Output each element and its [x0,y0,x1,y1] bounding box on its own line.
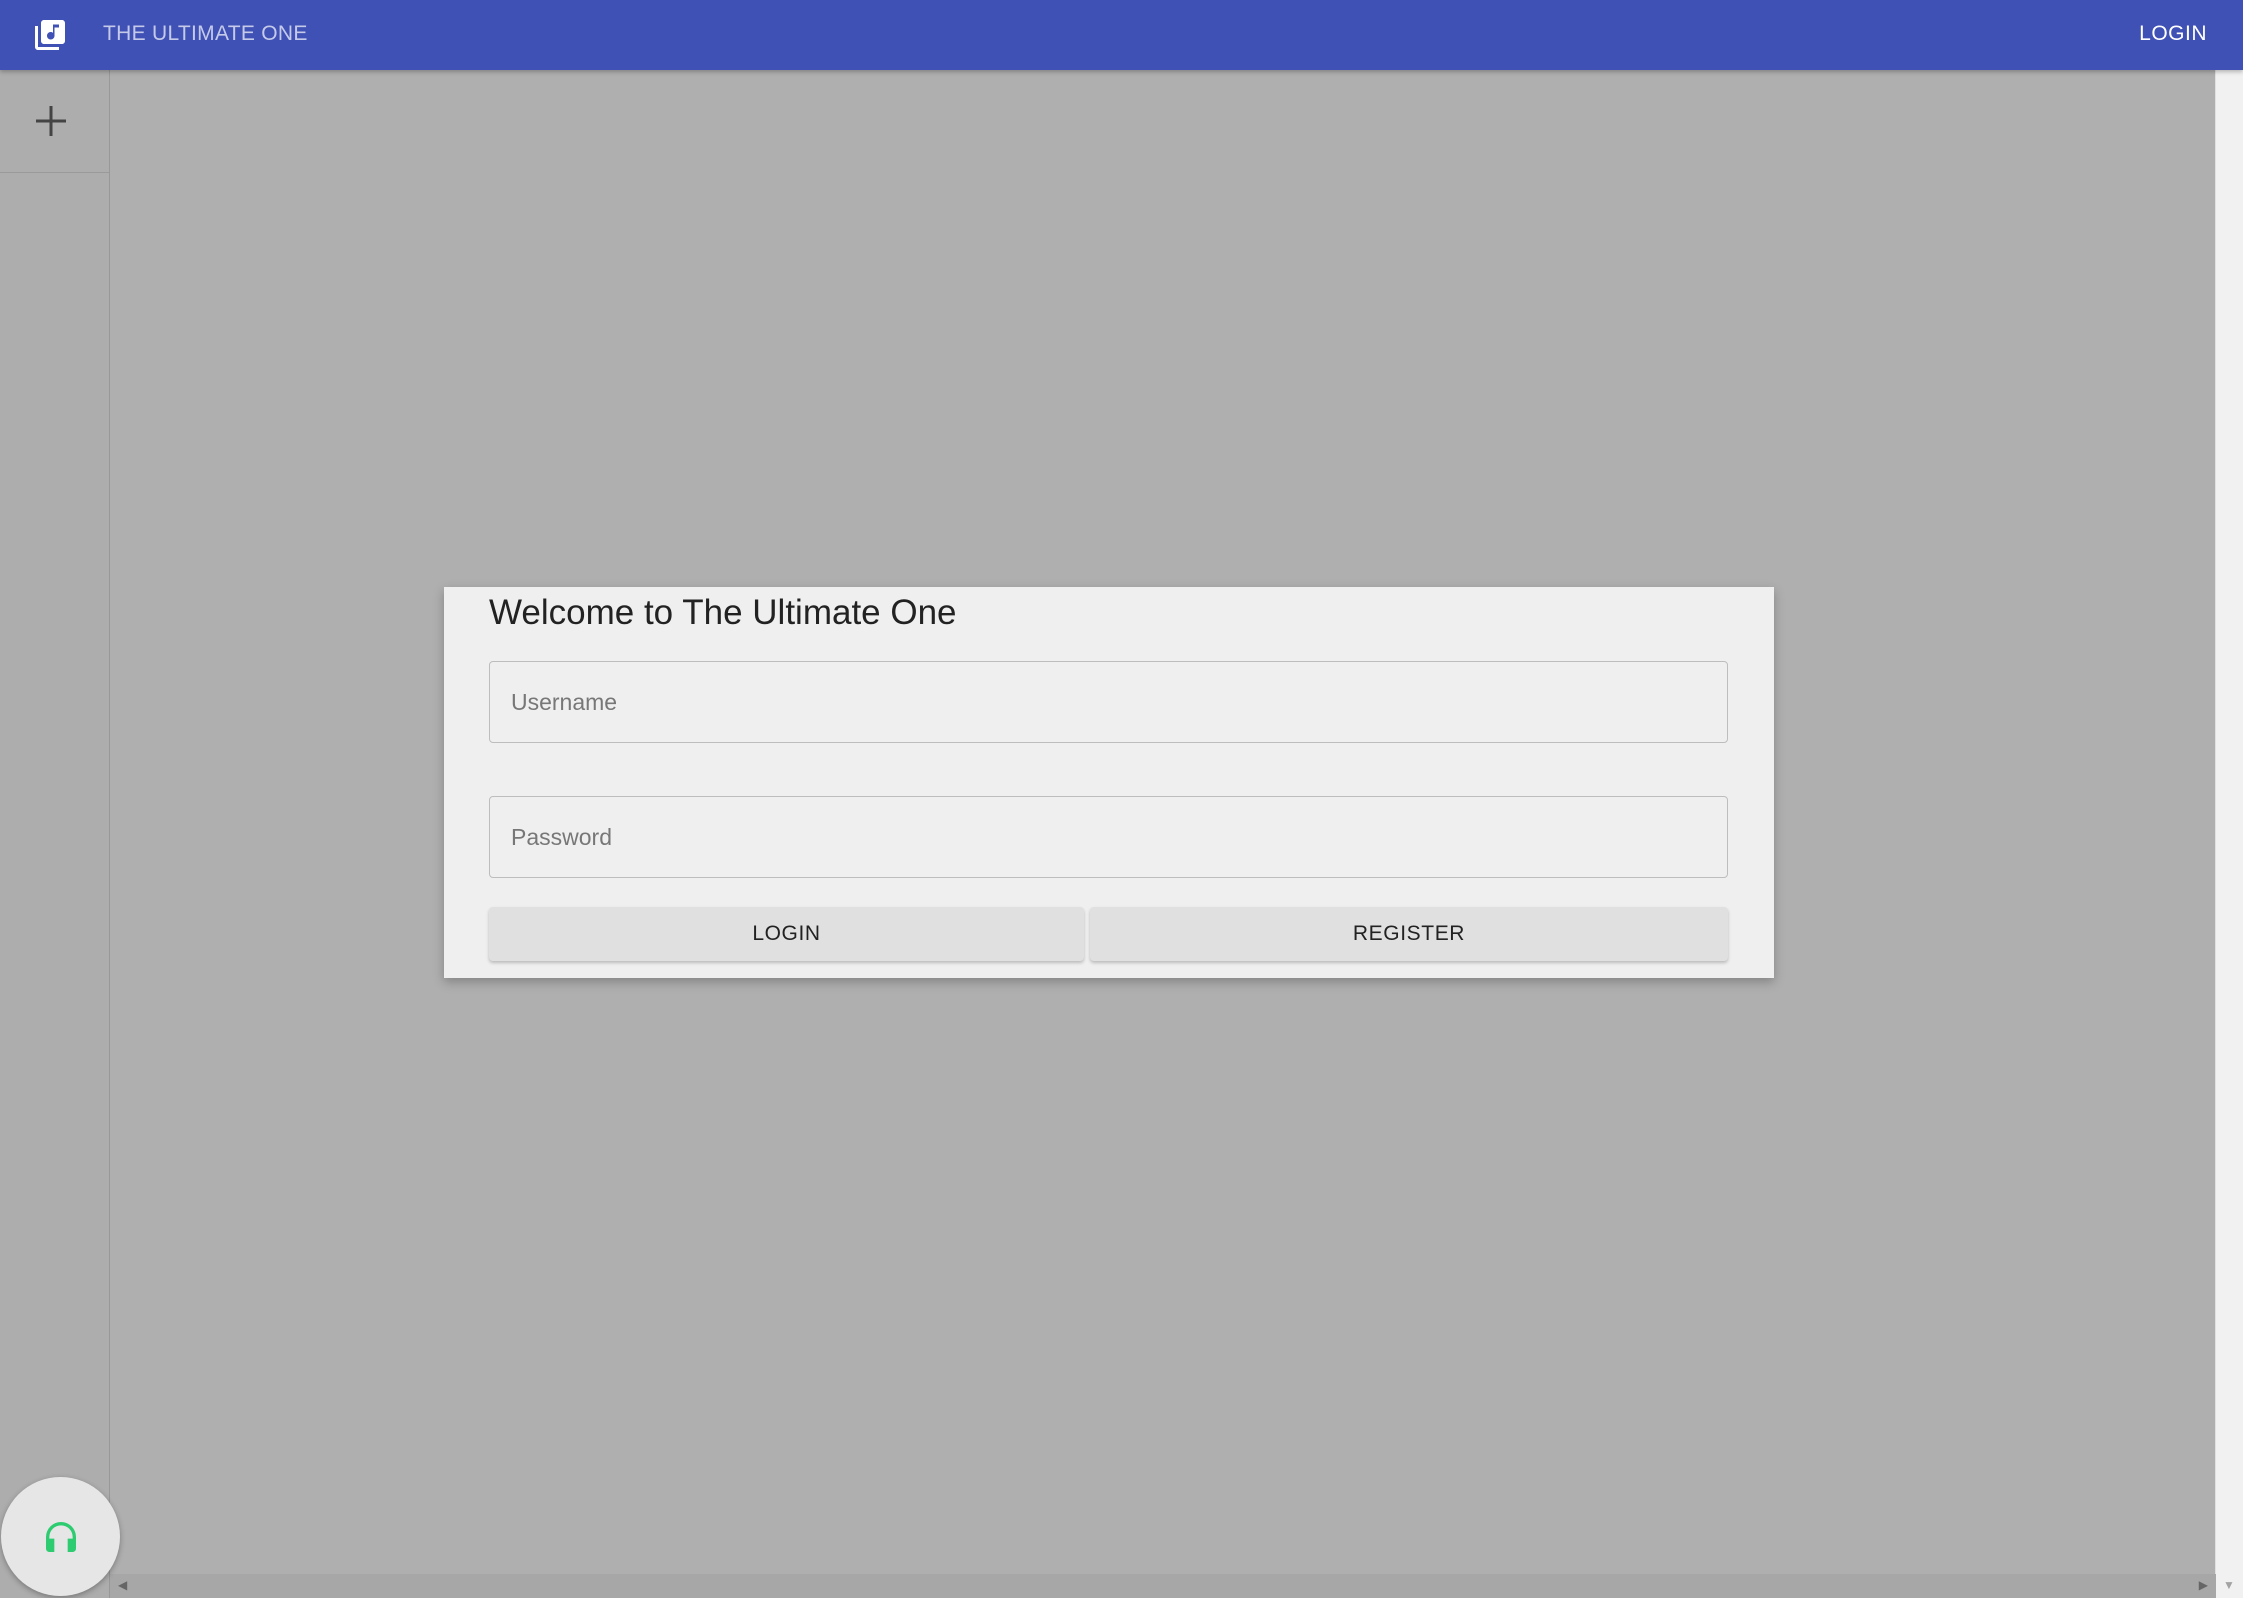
sidebar [0,70,110,1598]
app-header: THE ULTIMATE ONE LOGIN [0,0,2243,70]
headphones-icon [46,1522,76,1552]
sidebar-add-button[interactable] [0,70,109,173]
plus-icon [36,106,66,136]
vertical-scrollbar[interactable]: ▼ [2215,70,2243,1598]
username-input[interactable] [490,662,1727,742]
app-title: THE ULTIMATE ONE [103,22,308,45]
scroll-right-icon[interactable]: ▶ [2199,1578,2208,1592]
horizontal-scrollbar[interactable]: ◀ ▶ [110,1574,2216,1598]
login-button[interactable]: LOGIN [489,907,1084,961]
username-field[interactable] [489,661,1728,743]
scroll-left-icon[interactable]: ◀ [118,1578,127,1592]
header-login-button[interactable]: LOGIN [2139,0,2207,68]
login-dialog: Welcome to The Ultimate One LOGIN REGIST… [444,587,1774,978]
scroll-down-icon[interactable]: ▼ [2223,1578,2235,1592]
password-input[interactable] [490,797,1727,877]
player-fab-button[interactable] [1,1477,120,1596]
register-button[interactable]: REGISTER [1090,907,1728,961]
library-music-icon[interactable] [32,17,68,53]
password-field[interactable] [489,796,1728,878]
dialog-title: Welcome to The Ultimate One [489,593,957,632]
